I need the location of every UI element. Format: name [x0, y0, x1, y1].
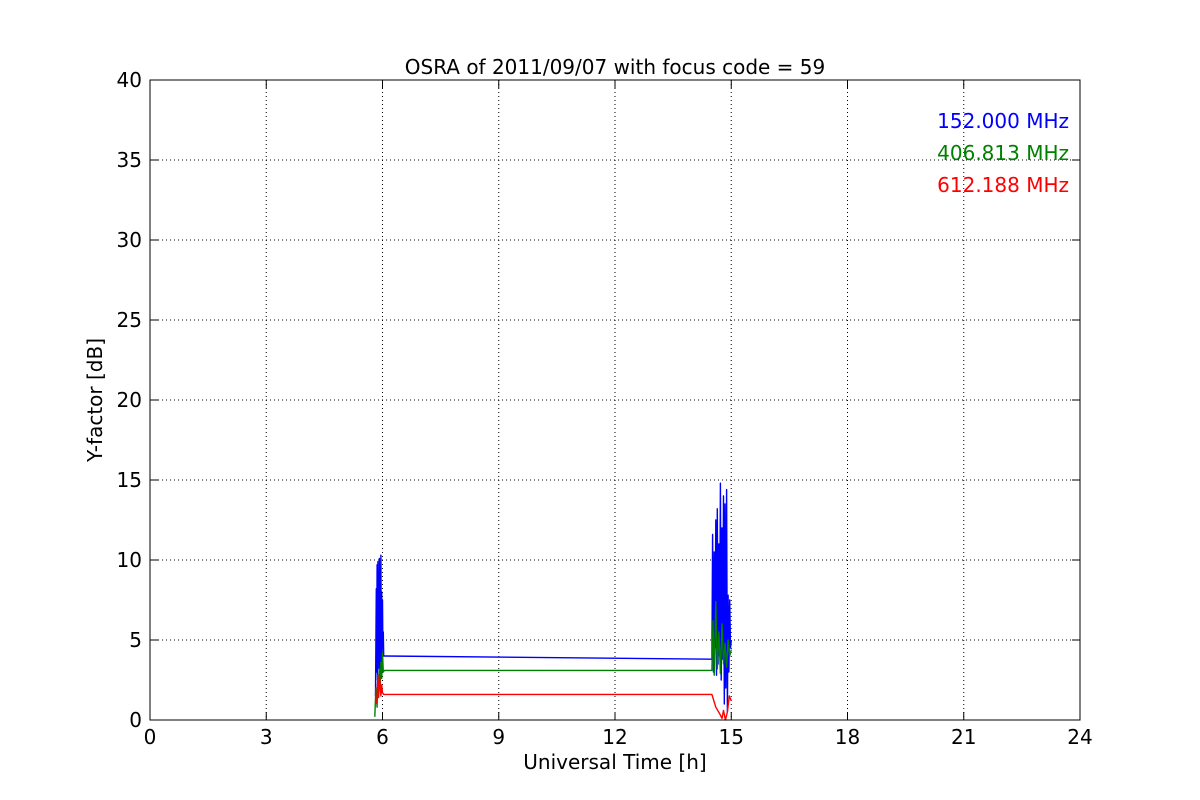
chart-title: OSRA of 2011/09/07 with focus code = 59 [405, 55, 826, 79]
y-axis-title: Y-factor [dB] [83, 338, 107, 463]
x-tick-label: 18 [835, 725, 860, 749]
x-tick-label: 15 [719, 725, 744, 749]
y-tick-label: 35 [117, 148, 142, 172]
legend-entry-1: 152.000 MHz [937, 109, 1069, 133]
x-tick-label: 12 [602, 725, 627, 749]
y-tick-label: 10 [117, 548, 142, 572]
x-tick-label: 3 [260, 725, 273, 749]
y-tick-label: 15 [117, 468, 142, 492]
y-tick-label: 40 [117, 68, 142, 92]
chart: 0 3 6 9 12 15 18 21 24 0 5 10 15 20 25 30 35 40 152.000 M… [0, 0, 1200, 800]
x-tick-label: 6 [376, 725, 389, 749]
x-tick-label: 21 [951, 725, 976, 749]
y-tick-label: 20 [117, 388, 142, 412]
y-tick-label: 5 [129, 628, 142, 652]
x-axis-title: Universal Time [h] [523, 750, 706, 774]
y-tick-label: 0 [129, 708, 142, 732]
x-tick-label: 9 [492, 725, 505, 749]
x-tick-label: 0 [144, 725, 157, 749]
y-tick-label: 25 [117, 308, 142, 332]
y-tick-label: 30 [117, 228, 142, 252]
legend-entry-3: 612.188 MHz [937, 173, 1069, 197]
legend: 152.000 MHz 406.813 MHz 612.188 MHz [937, 109, 1069, 197]
x-tick-label: 24 [1067, 725, 1092, 749]
legend-entry-2: 406.813 MHz [937, 141, 1069, 165]
